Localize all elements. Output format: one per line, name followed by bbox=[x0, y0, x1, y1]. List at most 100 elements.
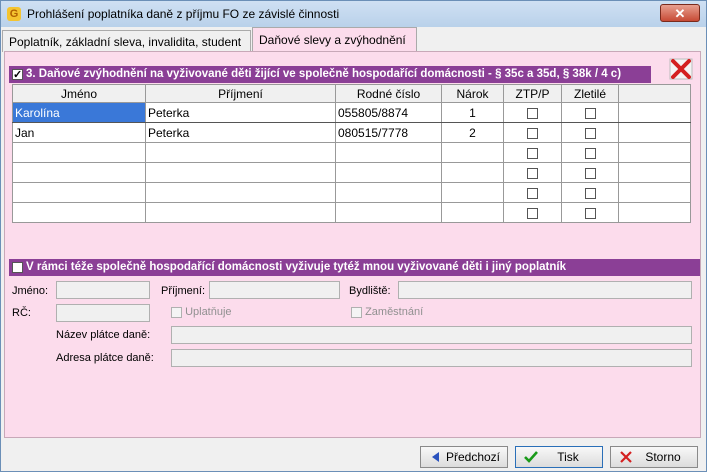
prijmeni-field[interactable] bbox=[209, 281, 340, 299]
zletile-checkbox[interactable] bbox=[584, 127, 596, 139]
cell-prijmeni[interactable]: Peterka bbox=[145, 122, 336, 143]
dialog-window: G Prohlášení poplatníka daně z příjmu FO… bbox=[0, 0, 707, 472]
cell-jmeno[interactable] bbox=[12, 182, 146, 203]
close-button[interactable]: ✕ bbox=[660, 4, 700, 22]
col-header-zletile[interactable]: Zletilé bbox=[561, 84, 619, 103]
ztp-checkbox[interactable] bbox=[527, 147, 538, 159]
zamestnani-label: Zaměstnání bbox=[365, 306, 424, 318]
cell-narok[interactable] bbox=[441, 162, 504, 183]
cell-zletile bbox=[561, 202, 619, 223]
cell-empty bbox=[618, 122, 691, 143]
cell-zletile bbox=[561, 182, 619, 203]
table-row[interactable] bbox=[12, 202, 691, 223]
rc-field[interactable] bbox=[56, 304, 150, 322]
cell-narok[interactable] bbox=[441, 182, 504, 203]
cell-ztp bbox=[503, 162, 562, 183]
print-button[interactable]: Tisk bbox=[515, 446, 603, 468]
col-header-rodne-cislo[interactable]: Rodné číslo bbox=[335, 84, 442, 103]
tab-slevy[interactable]: Daňové slevy a zvýhodnění bbox=[252, 27, 417, 52]
adresa-platce-field[interactable] bbox=[171, 349, 692, 367]
zletile-checkbox[interactable] bbox=[584, 167, 596, 179]
cell-jmeno[interactable] bbox=[12, 202, 146, 223]
cell-rodne-cislo[interactable] bbox=[335, 202, 442, 223]
jmeno-label: Jméno: bbox=[12, 285, 49, 297]
nazev-platce-field[interactable] bbox=[171, 326, 692, 344]
cell-empty bbox=[618, 182, 691, 203]
col-header-ztp[interactable]: ZTP/P bbox=[503, 84, 562, 103]
cell-rodne-cislo[interactable]: 055805/8874 bbox=[335, 102, 442, 123]
cell-prijmeni[interactable] bbox=[145, 162, 336, 183]
section-deti-header: 3. Daňové zvýhodnění na vyživované děti … bbox=[9, 66, 651, 83]
ztp-checkbox[interactable] bbox=[527, 187, 538, 199]
cell-rodne-cislo[interactable] bbox=[335, 182, 442, 203]
adresa-platce-label: Adresa plátce daně: bbox=[56, 352, 154, 364]
prijmeni-label: Příjmení: bbox=[161, 285, 206, 297]
cell-ztp bbox=[503, 142, 562, 163]
cell-ztp bbox=[503, 182, 562, 203]
table-row[interactable] bbox=[12, 182, 691, 203]
table-row[interactable] bbox=[12, 142, 691, 163]
zamestnani-checkbox-group: Zaměstnání bbox=[351, 306, 423, 318]
cell-prijmeni[interactable] bbox=[145, 182, 336, 203]
cell-rodne-cislo[interactable] bbox=[335, 142, 442, 163]
jmeno-field[interactable] bbox=[56, 281, 150, 299]
section-deti-title: 3. Daňové zvýhodnění na vyživované děti … bbox=[26, 68, 622, 80]
cell-prijmeni[interactable] bbox=[145, 202, 336, 223]
rc-label: RČ: bbox=[12, 307, 31, 319]
zletile-checkbox[interactable] bbox=[584, 207, 596, 219]
cell-narok[interactable]: 2 bbox=[441, 122, 504, 143]
ztp-checkbox[interactable] bbox=[527, 107, 538, 119]
tab-poplatnik[interactable]: Poplatník, základní sleva, invalidita, s… bbox=[2, 30, 251, 52]
cell-ztp bbox=[503, 122, 562, 143]
col-header-narok[interactable]: Nárok bbox=[441, 84, 504, 103]
section-jiny-poplatnik-header: V rámci téže společně hospodařící domácn… bbox=[9, 259, 700, 276]
ztp-checkbox[interactable] bbox=[527, 167, 538, 179]
cancel-button[interactable]: Storno bbox=[610, 446, 698, 468]
cell-zletile bbox=[561, 142, 619, 163]
cell-ztp bbox=[503, 202, 562, 223]
delete-icon[interactable] bbox=[669, 58, 693, 80]
cancel-button-label: Storno bbox=[645, 450, 681, 464]
uplatnuje-label: Uplatňuje bbox=[185, 306, 232, 318]
cell-empty bbox=[618, 142, 691, 163]
children-table: Jméno Příjmení Rodné číslo Nárok ZTP/P Z… bbox=[12, 84, 691, 223]
cell-zletile bbox=[561, 162, 619, 183]
previous-button-label: Předchozí bbox=[445, 450, 501, 464]
table-row[interactable]: Karolína Peterka 055805/8874 1 bbox=[12, 102, 691, 123]
cell-narok[interactable]: 1 bbox=[441, 102, 504, 123]
cell-jmeno[interactable]: Jan bbox=[12, 122, 146, 143]
cell-jmeno[interactable] bbox=[12, 162, 146, 183]
cell-empty bbox=[618, 202, 691, 223]
previous-button[interactable]: Předchozí bbox=[420, 446, 508, 468]
ztp-checkbox[interactable] bbox=[527, 207, 538, 219]
ztp-checkbox[interactable] bbox=[527, 127, 538, 139]
cell-prijmeni[interactable] bbox=[145, 142, 336, 163]
col-header-jmeno[interactable]: Jméno bbox=[12, 84, 146, 103]
cell-zletile bbox=[561, 102, 619, 123]
cell-jmeno[interactable]: Karolína bbox=[12, 102, 146, 123]
section-deti-checkbox[interactable] bbox=[12, 67, 23, 83]
zletile-checkbox[interactable] bbox=[584, 107, 596, 119]
zletile-checkbox[interactable] bbox=[584, 147, 596, 159]
print-button-label: Tisk bbox=[557, 450, 579, 464]
bydliste-field[interactable] bbox=[398, 281, 692, 299]
cell-prijmeni[interactable]: Peterka bbox=[145, 102, 336, 123]
cell-narok[interactable] bbox=[441, 202, 504, 223]
cell-rodne-cislo[interactable]: 080515/7778 bbox=[335, 122, 442, 143]
zamestnani-checkbox[interactable] bbox=[351, 306, 362, 318]
cell-narok[interactable] bbox=[441, 142, 504, 163]
col-header-prijmeni[interactable]: Příjmení bbox=[145, 84, 336, 103]
table-row[interactable] bbox=[12, 162, 691, 183]
bydliste-label: Bydliště: bbox=[349, 285, 391, 297]
section-jiny-poplatnik-title: V rámci téže společně hospodařící domácn… bbox=[26, 261, 567, 273]
section-jiny-poplatnik-checkbox[interactable] bbox=[12, 262, 23, 273]
table-row[interactable]: Jan Peterka 080515/7778 2 bbox=[12, 122, 691, 143]
cell-zletile bbox=[561, 122, 619, 143]
zletile-checkbox[interactable] bbox=[584, 187, 596, 199]
cell-jmeno[interactable] bbox=[12, 142, 146, 163]
uplatnuje-checkbox-group: Uplatňuje bbox=[171, 306, 232, 318]
cell-rodne-cislo[interactable] bbox=[335, 162, 442, 183]
nazev-platce-label: Název plátce daně: bbox=[56, 329, 151, 341]
title-bar: G Prohlášení poplatníka daně z příjmu FO… bbox=[1, 1, 706, 27]
uplatnuje-checkbox[interactable] bbox=[171, 306, 182, 318]
